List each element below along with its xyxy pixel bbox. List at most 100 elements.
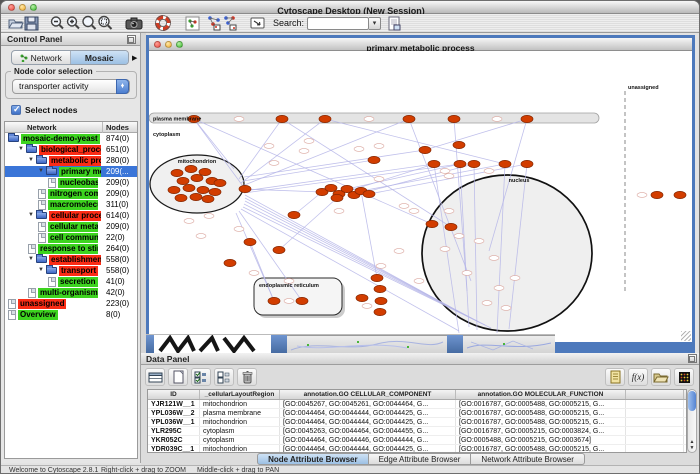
expand-triangle-icon[interactable]: ▼: [38, 265, 46, 276]
scroll-down-icon[interactable]: ▼: [688, 445, 696, 451]
formula-icon[interactable]: f(x): [628, 368, 648, 386]
search-input[interactable]: [307, 17, 369, 30]
graph-node[interactable]: [499, 160, 511, 167]
select-attributes-icon[interactable]: [191, 368, 211, 386]
view-maximize-button[interactable]: [176, 41, 183, 48]
attribute-search-icon[interactable]: [387, 14, 401, 32]
tree-row[interactable]: macromolecule311(0): [5, 199, 137, 210]
resize-grip[interactable]: [681, 331, 691, 341]
graph-node[interactable]: [191, 174, 203, 181]
graph-node[interactable]: [325, 184, 337, 191]
tab-overflow-arrow[interactable]: ▶: [132, 54, 137, 62]
graph-node[interactable]: [214, 179, 226, 186]
minimize-button[interactable]: [19, 4, 26, 11]
tree-row[interactable]: ▼metabolic process280(0): [5, 155, 137, 166]
float-panel-icon[interactable]: [127, 35, 136, 44]
tree-row[interactable]: Overview8(0): [5, 309, 137, 320]
graph-node[interactable]: [185, 165, 197, 172]
graph-node[interactable]: [375, 297, 387, 304]
graph-node[interactable]: [202, 195, 214, 202]
help-icon[interactable]: [155, 14, 171, 32]
close-button[interactable]: [8, 4, 15, 11]
node-color-dropdown[interactable]: transporter activity: [12, 79, 130, 94]
tree-row[interactable]: ▼biological_process651(0): [5, 144, 137, 155]
graph-node[interactable]: [419, 146, 431, 153]
column-header[interactable]: ID: [148, 390, 200, 399]
graph-node[interactable]: [183, 184, 195, 191]
graph-node[interactable]: [453, 141, 465, 148]
graph-node[interactable]: [319, 115, 331, 122]
tab-network-attribute-browser[interactable]: Network Attribute Browser: [471, 453, 584, 465]
window-titlebar[interactable]: Cytoscape Desktop (New Session): [1, 1, 700, 14]
graph-node[interactable]: [521, 160, 533, 167]
view-close-button[interactable]: [154, 41, 161, 48]
network-edit-a-icon[interactable]: [206, 14, 222, 32]
network-edit-b-icon[interactable]: [222, 14, 238, 32]
graph-node[interactable]: [171, 169, 183, 176]
zoom-fit-icon[interactable]: [81, 14, 97, 32]
table-row[interactable]: YDR039C__1mitochondrion[GO:0044464, GO:0…: [148, 445, 686, 453]
graph-node[interactable]: [168, 186, 180, 193]
select-nodes-checkbox[interactable]: [11, 105, 21, 115]
table-row[interactable]: YKR052Ccytoplasm[GO:0044464, GO:0044446,…: [148, 436, 686, 445]
tree-row[interactable]: mosaic-demo-yeast874(0): [5, 133, 137, 144]
expand-triangle-icon[interactable]: ▼: [38, 166, 46, 177]
graph-node[interactable]: [521, 115, 533, 122]
tab-mosaic[interactable]: Mosaic: [71, 51, 129, 64]
expand-triangle-icon[interactable]: ▼: [28, 210, 36, 221]
save-icon[interactable]: [24, 14, 39, 32]
graph-node[interactable]: [331, 194, 343, 201]
graph-node[interactable]: [244, 238, 256, 245]
column-header[interactable]: [626, 390, 684, 399]
maximize-button[interactable]: [30, 4, 37, 11]
network-canvas[interactable]: plasma membrane cytoplasm mitochondrion …: [149, 51, 692, 342]
annotation-icon[interactable]: [250, 14, 265, 32]
tree-row[interactable]: ▼establishment of lo558(0): [5, 254, 137, 265]
graph-node[interactable]: [428, 160, 440, 167]
graph-node[interactable]: [374, 308, 386, 315]
zoom-in-icon[interactable]: [65, 14, 81, 32]
snapshot-icon[interactable]: [125, 14, 143, 32]
dropdown-stepper-icon[interactable]: [116, 79, 129, 94]
tree-row[interactable]: cellular metabo209(0): [5, 221, 137, 232]
expand-triangle-icon[interactable]: ▼: [28, 155, 36, 166]
graph-node[interactable]: [276, 115, 288, 122]
tree-row[interactable]: ▼primary metabo209(...: [5, 166, 137, 177]
tree-row[interactable]: ▼cellular process614(0): [5, 210, 137, 221]
tree-row[interactable]: response to stimulu264(0): [5, 243, 137, 254]
delete-attribute-icon[interactable]: [237, 368, 257, 386]
graph-node[interactable]: [448, 115, 460, 122]
column-header[interactable]: annotation.GO MOLECULAR_FUNCTION: [456, 390, 626, 399]
tree-row[interactable]: unassigned223(0): [5, 298, 137, 309]
tab-edge-attribute-browser[interactable]: Edge Attribute Browser: [369, 453, 472, 465]
load-attributes-icon[interactable]: [651, 368, 671, 386]
vizmapper-icon[interactable]: [185, 14, 200, 32]
graph-node[interactable]: [296, 297, 308, 304]
tree-row[interactable]: multi-organism pro42(0): [5, 287, 137, 298]
table-row[interactable]: YPL036W__2plasma membrane[GO:0044464, GO…: [148, 409, 686, 418]
open-icon[interactable]: [7, 14, 24, 32]
graph-node[interactable]: [199, 168, 211, 175]
graph-node[interactable]: [177, 177, 189, 184]
column-header[interactable]: annotation.GO CELLULAR_COMPONENT: [280, 390, 456, 399]
graph-node[interactable]: [190, 193, 202, 200]
table-scrollbar[interactable]: ▲▼: [687, 389, 697, 453]
network-view-titlebar[interactable]: primary metabolic process: [149, 38, 692, 51]
tree-row[interactable]: nitrogen compo209(0): [5, 188, 137, 199]
zoom-region-icon[interactable]: [97, 14, 113, 32]
graph-node[interactable]: [197, 186, 209, 193]
graph-node[interactable]: [651, 191, 663, 198]
zoom-out-icon[interactable]: [49, 14, 65, 32]
matrix-view-icon[interactable]: [674, 368, 694, 386]
graph-node[interactable]: [468, 160, 480, 167]
table-row[interactable]: YJR121W__1mitochondrion[GO:0045267, GO:0…: [148, 400, 686, 409]
scrollbar-thumb[interactable]: [688, 391, 696, 411]
graph-node[interactable]: [239, 185, 251, 192]
graph-node[interactable]: [273, 246, 285, 253]
tab-network[interactable]: Network: [12, 51, 71, 64]
graph-node[interactable]: [674, 191, 686, 198]
expand-triangle-icon[interactable]: ▼: [28, 254, 36, 265]
graph-node[interactable]: [368, 156, 380, 163]
graph-node[interactable]: [288, 211, 300, 218]
table-row[interactable]: YLR295Ccytoplasm[GO:0045263, GO:0044464,…: [148, 427, 686, 436]
